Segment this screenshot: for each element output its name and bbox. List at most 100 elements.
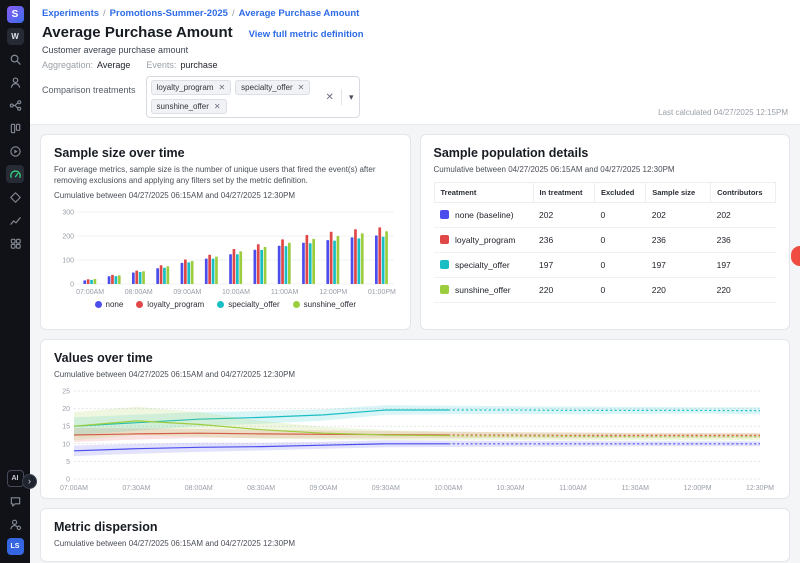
breadcrumb-separator: /: [232, 8, 235, 19]
sidebar-expand-button[interactable]: ›: [22, 474, 37, 489]
page-header: Experiments / Promotions-Summer-2025 / A…: [30, 0, 800, 125]
svg-text:07:00AM: 07:00AM: [60, 485, 88, 491]
svg-text:0: 0: [70, 281, 74, 288]
sidebar-item-insights[interactable]: [6, 211, 24, 229]
page-content: Sample size over time For average metric…: [30, 125, 800, 563]
sample-size-bar-chart[interactable]: 010020030007:00AM08:00AM09:00AM10:00AM11…: [54, 207, 397, 295]
treatment-color-swatch: [440, 235, 449, 244]
svg-text:300: 300: [62, 209, 74, 216]
legend-item-none[interactable]: none: [95, 300, 124, 309]
treatment-name: loyalty_program: [455, 235, 515, 245]
ai-badge[interactable]: AI: [7, 470, 24, 487]
col-in-treatment: In treatment: [533, 183, 594, 203]
svg-text:100: 100: [62, 257, 74, 264]
clear-all-icon[interactable]: ✕: [326, 92, 334, 103]
person-icon: [9, 76, 22, 89]
col-contributors: Contributors: [711, 183, 776, 203]
treatment-name: specialty_offer: [455, 260, 510, 270]
in-treatment-value: 236: [533, 228, 594, 253]
legend-dot: [293, 301, 300, 308]
svg-text:10:00AM: 10:00AM: [434, 485, 462, 491]
svg-text:09:30AM: 09:30AM: [372, 485, 400, 491]
svg-text:10: 10: [62, 441, 70, 448]
chat-bubble-icon: [9, 495, 22, 508]
svg-text:20: 20: [62, 406, 70, 413]
columns-icon: [9, 122, 22, 135]
excluded-value: 0: [595, 228, 646, 253]
chip-specialty-offer[interactable]: specialty_offer ✕: [235, 80, 310, 95]
view-metric-definition-link[interactable]: View full metric definition: [249, 29, 364, 40]
sidebar-item-search[interactable]: [6, 50, 24, 68]
remove-chip-icon[interactable]: ✕: [218, 83, 225, 92]
app-logo-icon[interactable]: S: [7, 6, 24, 23]
svg-text:10:00AM: 10:00AM: [222, 289, 250, 295]
legend-item-loyalty-program[interactable]: loyalty_program: [136, 300, 204, 309]
svg-text:12:30PM: 12:30PM: [746, 485, 774, 491]
sidebar-item-gems[interactable]: [6, 188, 24, 206]
legend-item-specialty-offer[interactable]: specialty_offer: [217, 300, 279, 309]
svg-text:01:00PM: 01:00PM: [368, 289, 396, 295]
excluded-value: 0: [595, 278, 646, 303]
sample-size-value: 220: [646, 278, 711, 303]
legend-item-sunshine-offer[interactable]: sunshine_offer: [293, 300, 356, 309]
table-header-row: Treatment In treatment Excluded Sample s…: [434, 183, 776, 203]
excluded-value: 0: [595, 203, 646, 228]
svg-text:11:30AM: 11:30AM: [622, 485, 650, 491]
metric-subtitle: Customer average purchase amount: [42, 45, 788, 55]
comparison-treatments-select[interactable]: loyalty_program ✕ specialty_offer ✕ suns…: [146, 76, 361, 118]
table-row: none (baseline) 202 0 202 202: [434, 203, 776, 228]
chip-sunshine-offer[interactable]: sunshine_offer ✕: [151, 99, 227, 114]
svg-text:10:30AM: 10:30AM: [497, 485, 525, 491]
dispersion-cumulative: Cumulative between 04/27/2025 06:15AM an…: [54, 539, 776, 548]
contributors-value: 236: [711, 228, 776, 253]
values-cumulative: Cumulative between 04/27/2025 06:15AM an…: [54, 370, 776, 379]
breadcrumb-experiments[interactable]: Experiments: [42, 8, 99, 19]
breadcrumb-experiment-name[interactable]: Promotions-Summer-2025: [110, 8, 228, 19]
treatment-color-swatch: [440, 210, 449, 219]
population-table: Treatment In treatment Excluded Sample s…: [434, 182, 777, 303]
diamond-icon: [9, 191, 22, 204]
workspace-ls-badge[interactable]: LS: [7, 538, 24, 555]
remove-chip-icon[interactable]: ✕: [214, 102, 221, 111]
chevron-down-icon[interactable]: ▾: [349, 92, 354, 103]
search-icon: [9, 53, 22, 66]
line-chart-icon: [9, 214, 22, 227]
sidebar-item-boards[interactable]: [6, 119, 24, 137]
sidebar-item-account[interactable]: [6, 515, 24, 533]
sidebar-item-metrics[interactable]: [6, 165, 24, 183]
population-cumulative: Cumulative between 04/27/2025 06:15AM an…: [434, 165, 777, 174]
sidebar-item-experiments[interactable]: [6, 96, 24, 114]
workspace-badge[interactable]: W: [7, 28, 24, 45]
comparison-treatments-label: Comparison treatments: [42, 85, 136, 95]
svg-text:25: 25: [62, 389, 70, 396]
contributors-value: 202: [711, 203, 776, 228]
svg-text:12:00PM: 12:00PM: [319, 289, 347, 295]
chip-label: specialty_offer: [241, 83, 292, 92]
feedback-tab[interactable]: [791, 246, 800, 266]
svg-text:09:00AM: 09:00AM: [173, 289, 201, 295]
chip-loyalty-program[interactable]: loyalty_program ✕: [151, 80, 232, 95]
breadcrumb-metric-name: Average Purchase Amount: [239, 8, 360, 19]
selected-treatment-chips: loyalty_program ✕ specialty_offer ✕ suns…: [151, 80, 319, 114]
values-title: Values over time: [54, 351, 776, 365]
branch-nodes-icon: [9, 99, 22, 112]
sidebar-item-users[interactable]: [6, 73, 24, 91]
svg-text:0: 0: [66, 477, 70, 484]
last-calculated-text: Last calculated 04/27/2025 12:15PM: [658, 108, 788, 117]
values-line-chart[interactable]: 051015202507:00AM07:30AM08:00AM08:30AM09…: [54, 385, 776, 491]
svg-text:07:30AM: 07:30AM: [122, 485, 150, 491]
breadcrumb-separator: /: [103, 8, 106, 19]
treatment-name: none (baseline): [455, 210, 514, 220]
sample-size-card: Sample size over time For average metric…: [40, 134, 411, 330]
main-area: Experiments / Promotions-Summer-2025 / A…: [30, 0, 800, 563]
remove-chip-icon[interactable]: ✕: [298, 83, 305, 92]
legend-label: specialty_offer: [228, 300, 279, 309]
sidebar-item-dashboards[interactable]: [6, 234, 24, 252]
aggregation-label: Aggregation:: [42, 60, 93, 70]
sample-size-cumulative: Cumulative between 04/27/2025 06:15AM an…: [54, 191, 397, 200]
chip-label: loyalty_program: [157, 83, 214, 92]
sidebar-item-pulse[interactable]: [6, 142, 24, 160]
metric-meta-row: Aggregation: Average Events: purchase: [42, 60, 788, 70]
sidebar-item-support[interactable]: [6, 492, 24, 510]
legend-label: loyalty_program: [147, 300, 204, 309]
